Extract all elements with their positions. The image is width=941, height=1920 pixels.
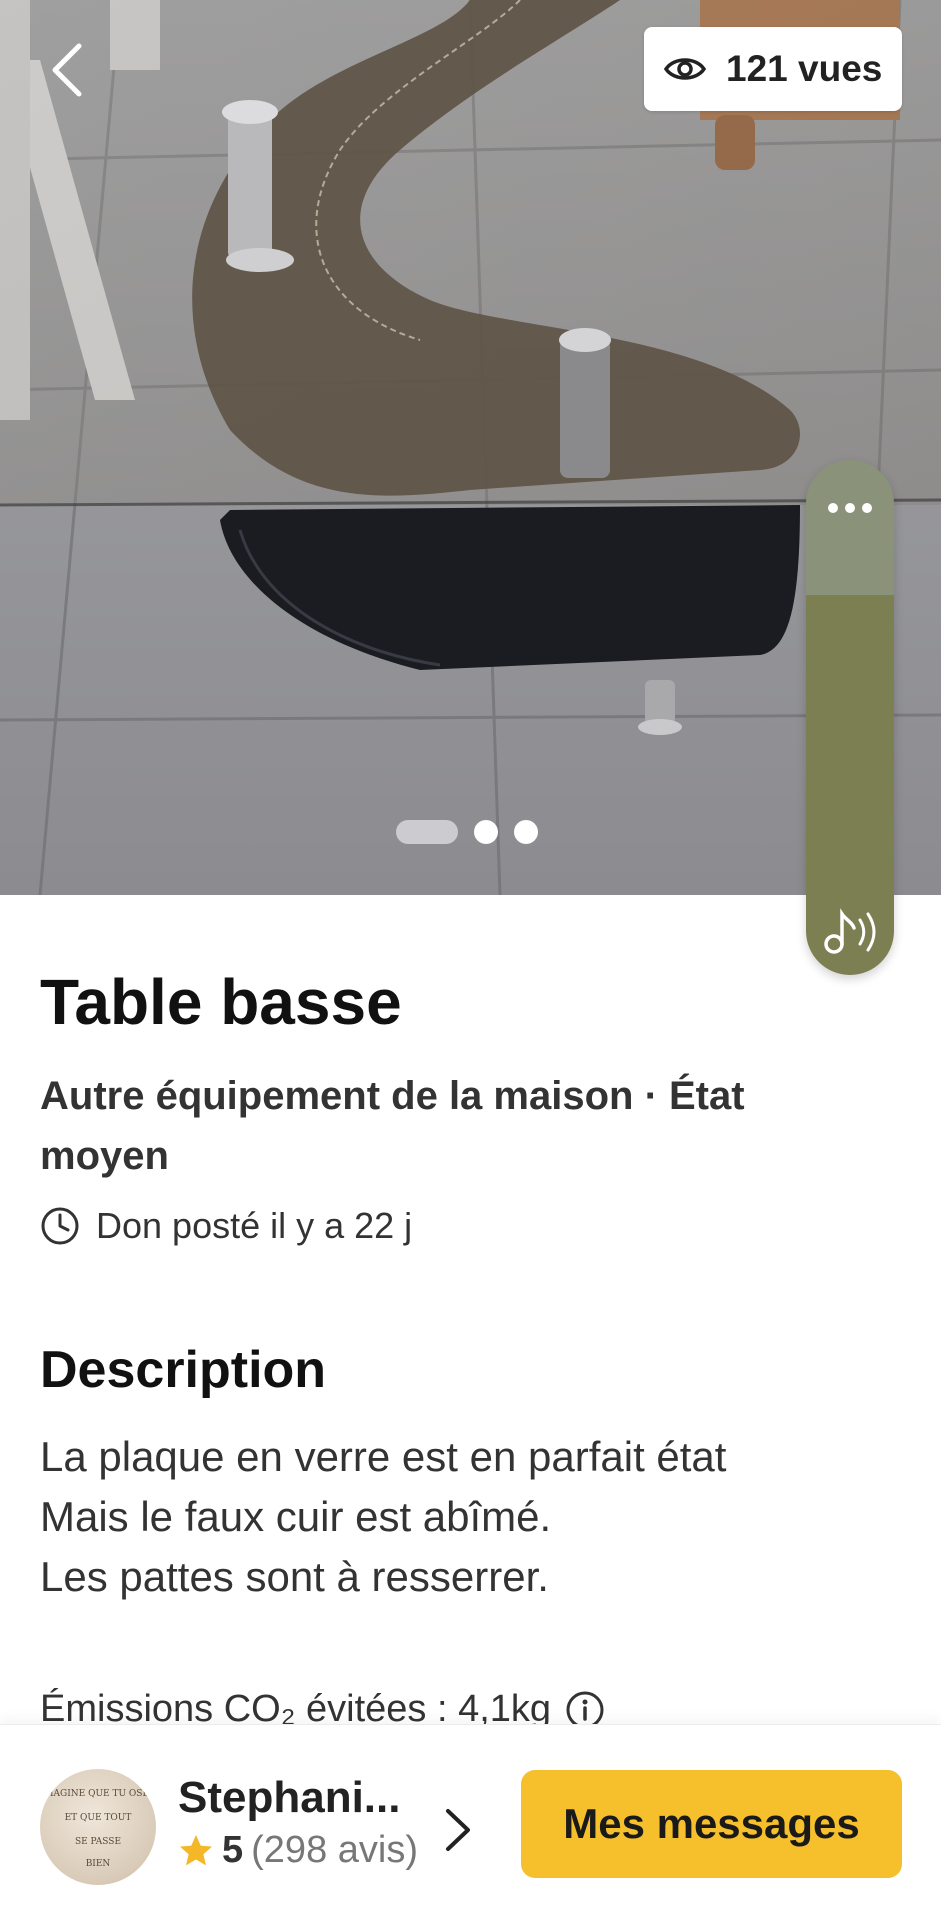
description-line: Les pattes sont à resserrer. [40, 1553, 549, 1600]
description-heading: Description [40, 1341, 327, 1399]
posted-info: Don posté il y a 22 j [40, 1205, 412, 1247]
views-count: 121 vues [726, 48, 883, 89]
more-dots-icon [845, 503, 855, 513]
more-options-button[interactable] [806, 488, 894, 528]
more-dots-icon [862, 503, 872, 513]
side-rail [806, 460, 894, 975]
pager-dot[interactable] [514, 820, 538, 844]
star-icon [180, 1834, 212, 1865]
listing-photo [0, 0, 941, 895]
bottom-action-bar: IMAGINE QUE TU OSES ET QUE TOUT SE PASSE… [0, 1724, 941, 1920]
back-button[interactable] [38, 38, 94, 102]
my-messages-button[interactable]: Mes messages [521, 1770, 902, 1878]
pager-indicator-active[interactable] [396, 820, 458, 844]
clock-icon [41, 1207, 79, 1245]
seller-avatar[interactable]: IMAGINE QUE TU OSES ET QUE TOUT SE PASSE… [40, 1769, 156, 1885]
description-line: Mais le faux cuir est abîmé. [40, 1493, 552, 1540]
rating-score: 5 [222, 1829, 244, 1871]
eye-icon [664, 58, 706, 80]
description-text: La plaque en verre est en parfait état M… [40, 1427, 900, 1607]
chevron-right-icon[interactable] [440, 1805, 476, 1855]
pager-dot[interactable] [474, 820, 498, 844]
seller-rating: 5 (298 avis) [178, 1829, 418, 1872]
avatar-text-line: ET QUE TOUT [64, 1813, 132, 1823]
listing-category-condition: Autre équipement de la maison · État moy… [40, 1074, 745, 1178]
seller-info[interactable]: Stephani... 5 (298 avis) [178, 1773, 418, 1872]
listing-photo-carousel[interactable]: 121 vues [0, 0, 941, 895]
avatar-text-line: BIEN [85, 1859, 111, 1869]
posted-date: Don posté il y a 22 j [96, 1205, 413, 1246]
rating-count: (298 avis) [251, 1829, 418, 1871]
music-note-sound-icon[interactable] [820, 900, 880, 960]
chevron-left-icon [52, 43, 82, 97]
photo-pager[interactable] [396, 820, 538, 844]
more-dots-icon [828, 503, 838, 513]
listing-title: Table basse [40, 966, 402, 1038]
seller-name: Stephani... [178, 1773, 401, 1822]
description-line: La plaque en verre est en parfait état [40, 1433, 727, 1480]
views-counter: 121 vues [644, 27, 902, 111]
avatar-text-line: IMAGINE QUE TU OSES [40, 1789, 156, 1799]
avatar-text-line: SE PASSE [74, 1837, 122, 1847]
